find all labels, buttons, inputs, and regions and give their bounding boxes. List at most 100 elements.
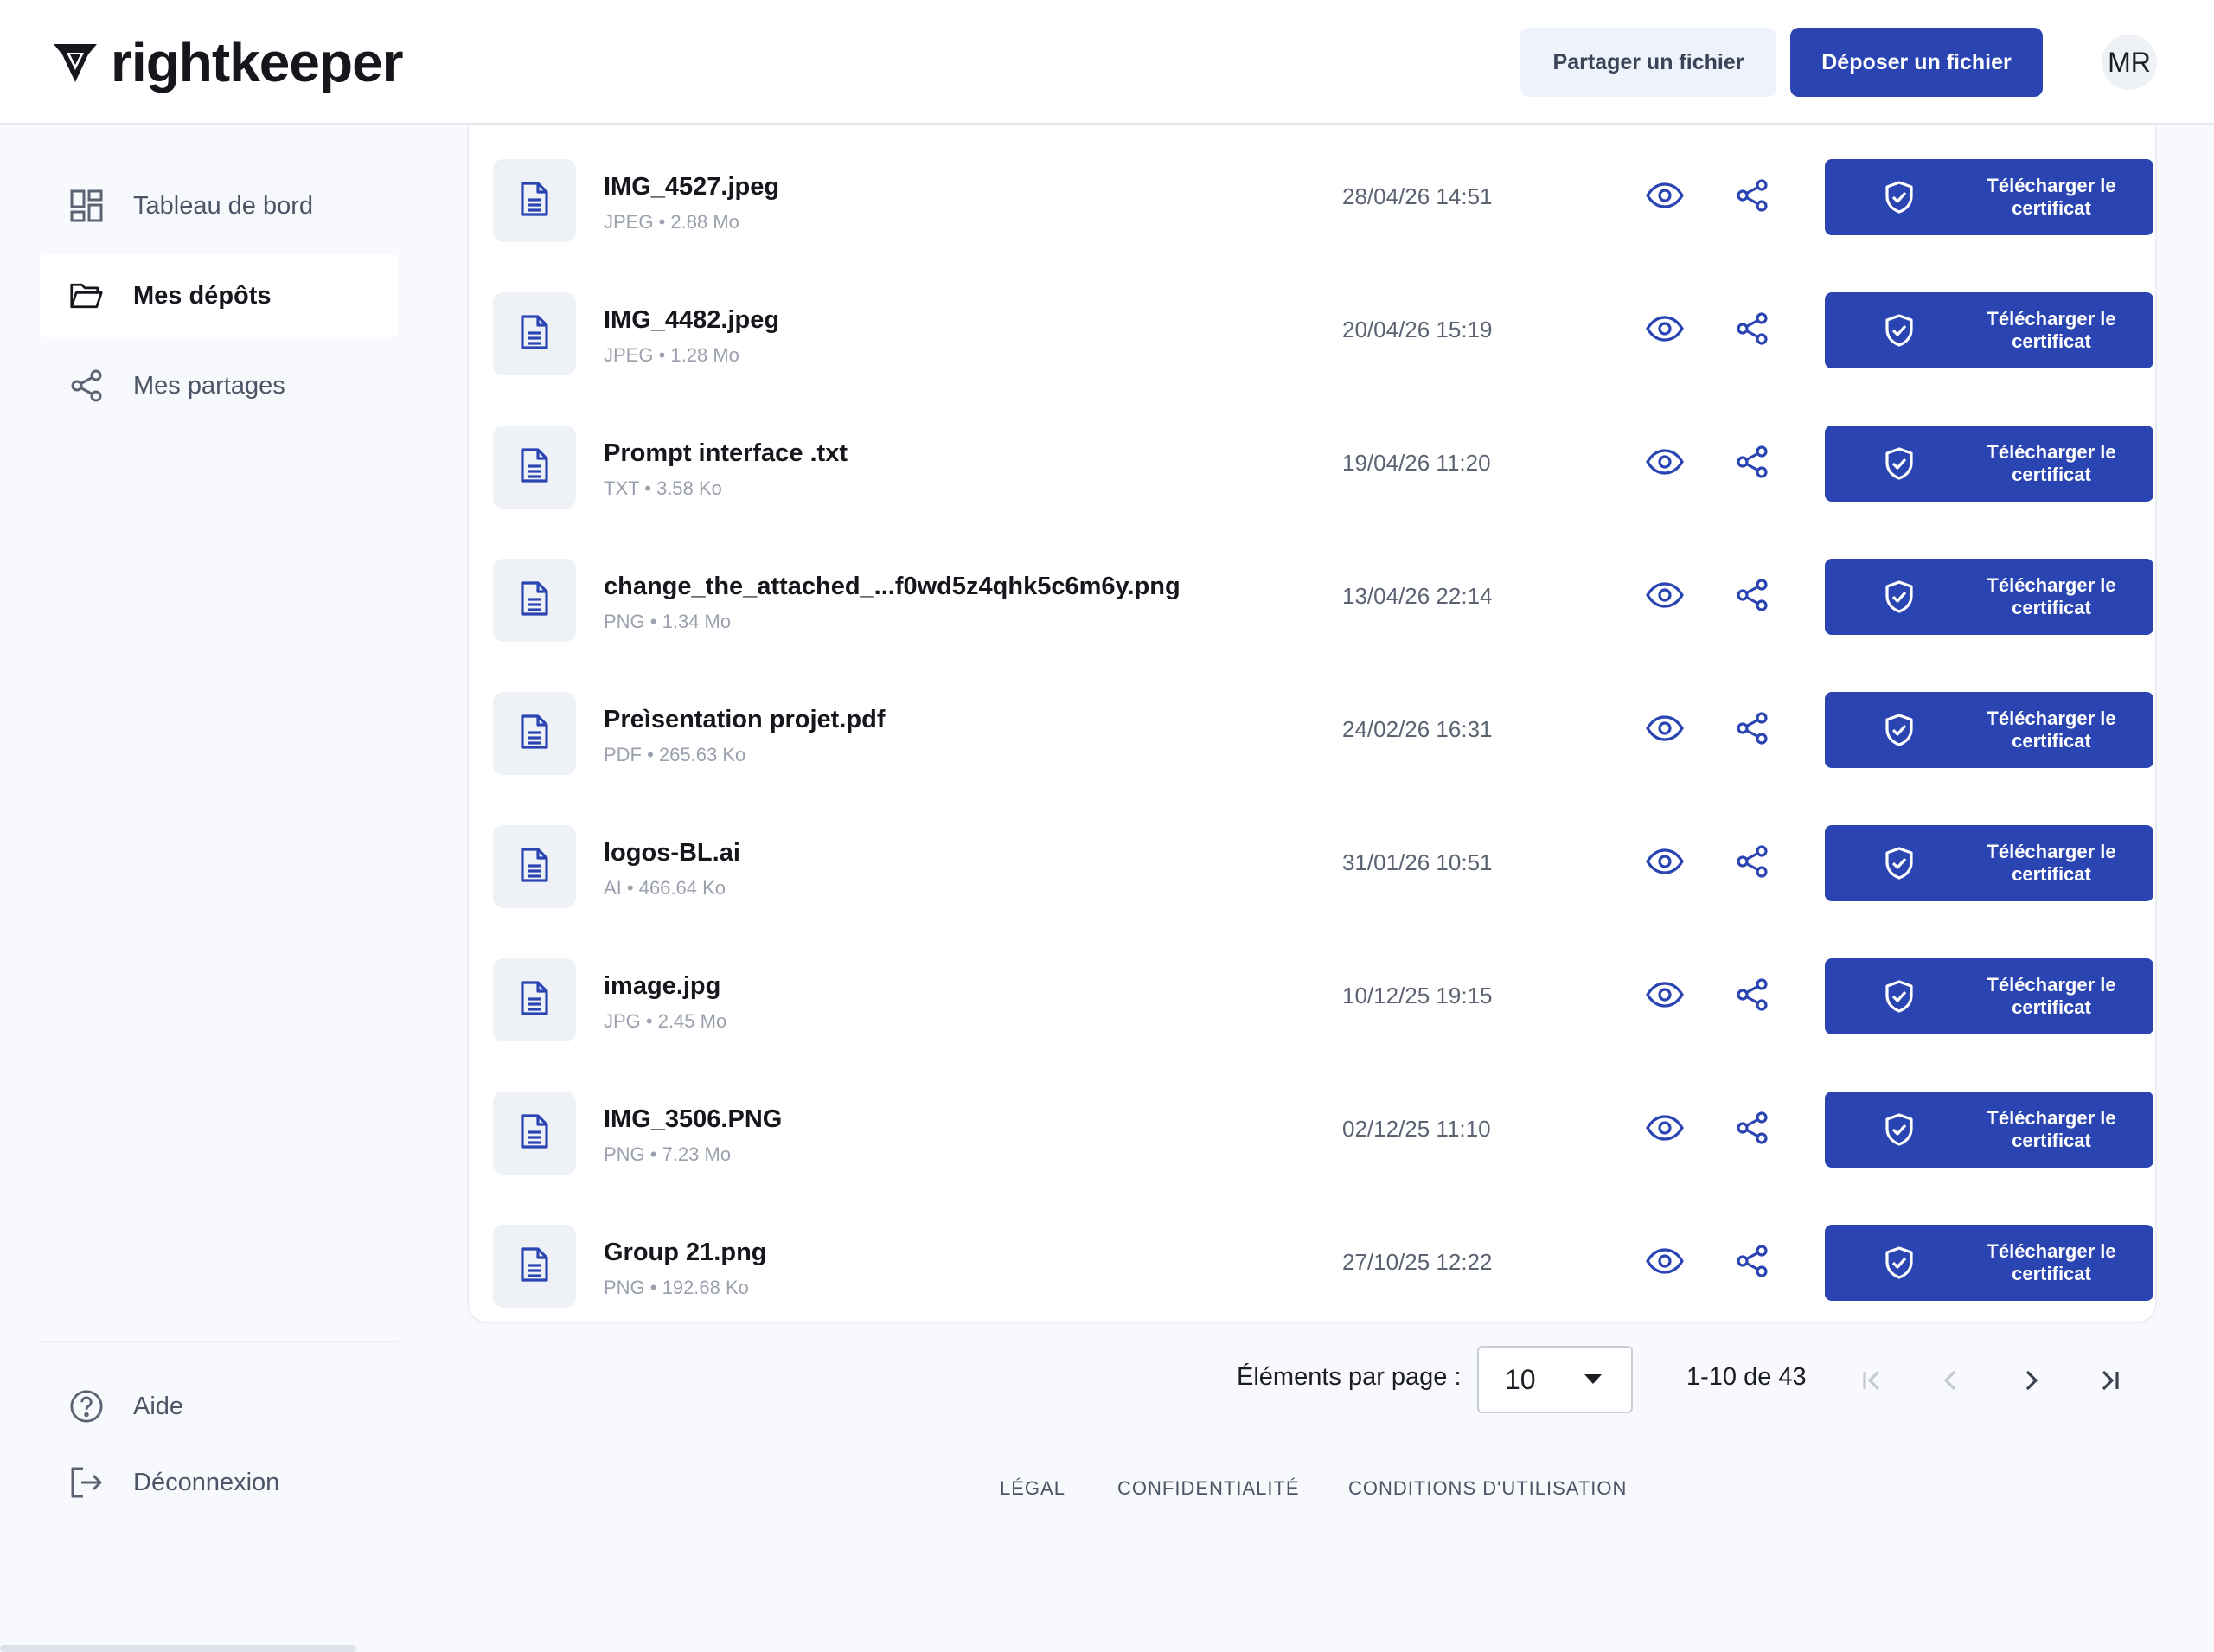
download-certificate-button[interactable]: Télécharger le certificat [1825, 292, 2153, 368]
share-icon [1735, 445, 1769, 479]
file-meta: PNG • 7.23 Mo [604, 1143, 731, 1166]
sidebar: Tableau de bord Mes dépôts Mes partages [0, 126, 432, 1526]
view-file-button[interactable] [1641, 304, 1689, 353]
view-file-button[interactable] [1641, 1237, 1689, 1285]
share-file-row-button[interactable] [1728, 171, 1776, 220]
chevron-right-icon [2017, 1367, 2044, 1394]
download-certificate-button[interactable]: Télécharger le certificat [1825, 159, 2153, 235]
download-certificate-label: Télécharger le certificat [1949, 974, 2153, 1019]
eye-icon [1646, 582, 1684, 608]
share-file-button[interactable]: Partager un fichier [1520, 28, 1776, 97]
last-page-button[interactable] [2084, 1356, 2133, 1405]
footer-link-legal[interactable]: LÉGAL [1000, 1477, 1065, 1500]
brand-logo[interactable]: rightkeeper [52, 29, 403, 95]
per-page-select[interactable]: 10 [1477, 1346, 1633, 1413]
share-icon [1735, 977, 1769, 1012]
help-icon [69, 1389, 104, 1424]
file-meta: JPEG • 2.88 Mo [604, 211, 739, 234]
first-page-icon [1859, 1367, 1887, 1394]
download-certificate-label: Télécharger le certificat [1949, 441, 2153, 486]
document-icon [519, 1113, 550, 1154]
download-certificate-label: Télécharger le certificat [1949, 175, 2153, 220]
sidebar-item-deposits[interactable]: Mes dépôts [40, 254, 398, 337]
share-file-row-button[interactable] [1728, 571, 1776, 619]
download-certificate-button[interactable]: Télécharger le certificat [1825, 1225, 2153, 1301]
shield-check-icon [1854, 180, 1932, 215]
share-file-row-button[interactable] [1728, 1104, 1776, 1152]
eye-icon [1646, 182, 1684, 208]
file-name[interactable]: Prompt interface .txt [604, 439, 848, 468]
file-row[interactable]: IMG_4527.jpeg JPEG • 2.88 Mo 28/04/26 14:5… [469, 133, 2159, 266]
file-row[interactable]: image.jpg JPG • 2.45 Mo 10/12/25 19:15 Télé… [469, 932, 2159, 1066]
sidebar-item-logout[interactable]: Déconnexion [40, 1441, 398, 1524]
shield-check-icon [1854, 713, 1932, 747]
file-row[interactable]: Prompt interface .txt TXT • 3.58 Ko 19/04/… [469, 400, 2159, 533]
share-file-row-button[interactable] [1728, 837, 1776, 886]
footer-link-terms[interactable]: CONDITIONS D'UTILISATION [1348, 1477, 1627, 1500]
previous-page-button[interactable] [1927, 1356, 1975, 1405]
eye-icon [1646, 1248, 1684, 1274]
deposit-file-button[interactable]: Déposer un fichier [1790, 28, 2043, 97]
shield-check-icon [1854, 1112, 1932, 1147]
sidebar-item-shares[interactable]: Mes partages [40, 344, 398, 427]
user-avatar[interactable]: MR [2102, 35, 2157, 90]
share-icon [1735, 578, 1769, 612]
share-file-row-button[interactable] [1728, 704, 1776, 752]
file-name[interactable]: change_the_attached_...f0wd5z4qhk5c6m6y.… [604, 573, 1181, 601]
footer-link-privacy[interactable]: CONFIDENTIALITÉ [1117, 1477, 1300, 1500]
file-row[interactable]: logos-BL.ai AI • 466.64 Ko 31/01/26 10:51 T… [469, 799, 2159, 932]
share-icon [1735, 1111, 1769, 1145]
download-certificate-button[interactable]: Télécharger le certificat [1825, 559, 2153, 635]
view-file-button[interactable] [1641, 171, 1689, 220]
caret-down-icon [1584, 1374, 1602, 1385]
document-icon [519, 1246, 550, 1287]
sidebar-item-dashboard[interactable]: Tableau de bord [40, 164, 398, 247]
file-thumbnail [493, 1225, 576, 1308]
file-name[interactable]: IMG_4482.jpeg [604, 306, 779, 335]
page-range: 1-10 de 43 [1686, 1363, 1807, 1392]
file-row[interactable]: IMG_3506.PNG PNG • 7.23 Mo 02/12/25 11:10 T… [469, 1066, 2159, 1199]
share-file-row-button[interactable] [1728, 1237, 1776, 1285]
file-name[interactable]: image.jpg [604, 972, 720, 1001]
download-certificate-button[interactable]: Télécharger le certificat [1825, 825, 2153, 901]
file-row[interactable]: IMG_4482.jpeg JPEG • 1.28 Mo 20/04/26 15:1… [469, 266, 2159, 400]
folder-open-icon [69, 279, 104, 313]
download-certificate-button[interactable]: Télécharger le certificat [1825, 1092, 2153, 1168]
download-certificate-button[interactable]: Télécharger le certificat [1825, 426, 2153, 502]
download-certificate-label: Télécharger le certificat [1949, 841, 2153, 886]
file-thumbnail [493, 692, 576, 775]
view-file-button[interactable] [1641, 837, 1689, 886]
first-page-button[interactable] [1849, 1356, 1897, 1405]
view-file-button[interactable] [1641, 704, 1689, 752]
share-file-row-button[interactable] [1728, 304, 1776, 353]
file-date: 27/10/25 12:22 [1342, 1249, 1493, 1276]
file-name[interactable]: Group 21.png [604, 1239, 767, 1267]
file-date: 19/04/26 11:20 [1342, 450, 1491, 477]
view-file-button[interactable] [1641, 438, 1689, 486]
file-name[interactable]: Preìsentation projet.pdf [604, 706, 885, 734]
sidebar-item-label: Tableau de bord [133, 192, 313, 221]
view-file-button[interactable] [1641, 1104, 1689, 1152]
file-name[interactable]: IMG_3506.PNG [604, 1105, 782, 1134]
file-row[interactable]: Group 21.png PNG • 192.68 Ko 27/10/25 12:2… [469, 1199, 2159, 1332]
file-thumbnail [493, 159, 576, 242]
sidebar-item-help[interactable]: Aide [40, 1365, 398, 1448]
view-file-button[interactable] [1641, 571, 1689, 619]
download-certificate-button[interactable]: Télécharger le certificat [1825, 958, 2153, 1034]
download-certificate-label: Télécharger le certificat [1949, 708, 2153, 752]
file-date: 20/04/26 15:19 [1342, 317, 1493, 343]
file-name[interactable]: IMG_4527.jpeg [604, 173, 779, 202]
sidebar-scrollbar[interactable] [0, 1645, 356, 1652]
shield-check-icon [1854, 846, 1932, 880]
share-file-row-button[interactable] [1728, 438, 1776, 486]
file-date: 02/12/25 11:10 [1342, 1116, 1491, 1143]
file-row[interactable]: Preìsentation projet.pdf PDF • 265.63 Ko… [469, 666, 2159, 799]
view-file-button[interactable] [1641, 970, 1689, 1019]
file-name[interactable]: logos-BL.ai [604, 839, 740, 868]
next-page-button[interactable] [2006, 1356, 2055, 1405]
file-row[interactable]: change_the_attached_...f0wd5z4qhk5c6m6y.… [469, 533, 2159, 666]
document-icon [519, 980, 550, 1021]
share-file-row-button[interactable] [1728, 970, 1776, 1019]
download-certificate-button[interactable]: Télécharger le certificat [1825, 692, 2153, 768]
share-icon [1735, 711, 1769, 746]
